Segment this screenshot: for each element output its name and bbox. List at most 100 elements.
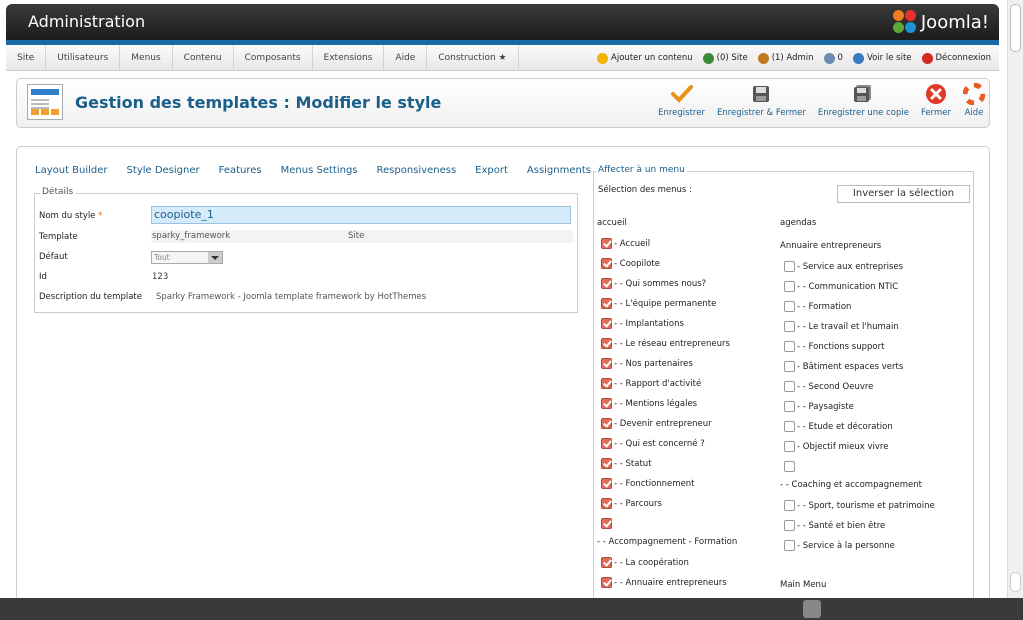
tab-3[interactable]: Menus Settings — [281, 165, 358, 176]
menu-item-checkbox-row[interactable]: - - Etude et décoration — [784, 421, 893, 432]
tab-4[interactable]: Responsiveness — [377, 165, 457, 176]
menu-item-checkbox-row[interactable]: - - Statut — [601, 458, 652, 469]
menu-item-checkbox[interactable] — [784, 321, 795, 332]
menu-item-6[interactable]: Aide — [384, 45, 428, 71]
menu-item-checkbox[interactable] — [601, 398, 612, 409]
menu-item-checkbox-row[interactable]: - - Nos partenaires — [601, 358, 693, 369]
menu-item-checkbox[interactable] — [601, 557, 612, 568]
invert-selection-button[interactable]: Inverser la sélection — [837, 185, 970, 203]
menu-item-checkbox-row[interactable] — [784, 461, 797, 472]
tab-0[interactable]: Layout Builder — [35, 165, 108, 176]
menu-item-checkbox[interactable] — [784, 441, 795, 452]
menu-item-checkbox-row[interactable]: - - Implantations — [601, 318, 684, 329]
menu-item-checkbox-row[interactable]: - - Le travail et l'humain — [784, 321, 899, 332]
menu-item-checkbox-row[interactable]: - - Rapport d'activité — [601, 378, 701, 389]
menu-item-checkbox[interactable] — [784, 301, 795, 312]
menu-item-checkbox-row[interactable]: - Objectif mieux vivre — [784, 441, 888, 452]
status-item-3[interactable]: 0 — [823, 52, 843, 64]
menu-item-checkbox-row[interactable]: - Service à la personne — [784, 540, 895, 551]
menu-item-checkbox[interactable] — [601, 258, 612, 269]
menu-item-checkbox[interactable] — [784, 421, 795, 432]
tab-1[interactable]: Style Designer — [127, 165, 200, 176]
menu-item-checkbox[interactable] — [601, 438, 612, 449]
menu-item-checkbox-row[interactable] — [601, 518, 614, 529]
admin-title: Administration — [28, 12, 146, 31]
menu-item-checkbox[interactable] — [784, 261, 795, 272]
menu-item-checkbox-row[interactable]: - - L'équipe permanente — [601, 298, 716, 309]
menu-item-1[interactable]: Utilisateurs — [46, 45, 121, 71]
menu-item-checkbox-row[interactable]: - - Santé et bien être — [784, 520, 885, 531]
menu-item-checkbox[interactable] — [601, 418, 612, 429]
menu-item-checkbox-row[interactable]: - - Second Oeuvre — [784, 381, 873, 392]
view-site-icon — [852, 52, 864, 64]
style-name-input[interactable]: coopiote_1 — [151, 206, 571, 224]
tab-6[interactable]: Assignments — [527, 165, 591, 176]
menu-item-checkbox-row[interactable]: - - Sport, tourisme et patrimoine — [784, 500, 935, 511]
status-item-2[interactable]: (1) Admin — [757, 52, 814, 64]
menu-item-checkbox-row[interactable]: - Service aux entreprises — [784, 261, 903, 272]
avatar[interactable] — [803, 600, 821, 618]
menu-item-checkbox[interactable] — [784, 381, 795, 392]
menu-item-checkbox[interactable] — [601, 338, 612, 349]
menu-item-checkbox-row[interactable]: - Coopilote — [601, 258, 660, 269]
menu-item-checkbox-row[interactable]: - - Qui est concerné ? — [601, 438, 705, 449]
menu-item-checkbox[interactable] — [784, 281, 795, 292]
menu-item-checkbox[interactable] — [784, 520, 795, 531]
status-item-5[interactable]: Déconnexion — [921, 52, 991, 64]
menu-item-checkbox[interactable] — [601, 518, 612, 529]
menu-item-checkbox-row[interactable]: - - Le réseau entrepreneurs — [601, 338, 730, 349]
help-button[interactable]: Aide — [963, 83, 985, 118]
default-select[interactable]: Tout — [151, 251, 223, 264]
tab-2[interactable]: Features — [219, 165, 262, 176]
menu-item-4[interactable]: Composants — [234, 45, 313, 71]
menu-item-checkbox-row[interactable]: - - Annuaire entrepreneurs — [601, 577, 727, 588]
scrollbar-thumb[interactable] — [1010, 4, 1021, 52]
menu-item-checkbox[interactable] — [601, 577, 612, 588]
menu-item-checkbox[interactable] — [784, 540, 795, 551]
menu-item-checkbox-row[interactable]: - - Paysagiste — [784, 401, 854, 412]
save-close-button[interactable]: Enregistrer & Fermer — [717, 83, 806, 118]
tab-5[interactable]: Export — [475, 165, 508, 176]
menu-item-checkbox-row[interactable]: - - La coopération — [601, 557, 689, 568]
menu-item-checkbox[interactable] — [601, 478, 612, 489]
menu-item-checkbox[interactable] — [601, 458, 612, 469]
menu-item-checkbox[interactable] — [784, 401, 795, 412]
menu-group-heading: Main Menu — [780, 580, 827, 590]
menu-item-checkbox[interactable] — [601, 498, 612, 509]
menu-item-7[interactable]: Construction ★ — [427, 45, 519, 71]
menu-item-checkbox[interactable] — [784, 500, 795, 511]
menu-item-checkbox[interactable] — [601, 278, 612, 289]
menu-item-checkbox-row[interactable]: - - Fonctionnement — [601, 478, 695, 489]
menu-item-0[interactable]: Site — [6, 45, 47, 71]
menu-item-checkbox-row[interactable]: - - Formation — [784, 301, 851, 312]
close-button[interactable]: Fermer — [921, 83, 951, 118]
status-item-4[interactable]: Voir le site — [852, 52, 912, 64]
status-item-1[interactable]: (0) Site — [702, 52, 748, 64]
save-copy-button[interactable]: Enregistrer une copie — [818, 83, 909, 118]
menu-item-2[interactable]: Menus — [120, 45, 173, 71]
menu-item-checkbox-row[interactable]: - - Qui sommes nous? — [601, 278, 706, 289]
menu-item-checkbox-row[interactable]: - Devenir entrepreneur — [601, 418, 712, 429]
menu-item-checkbox[interactable] — [784, 341, 795, 352]
menu-item-checkbox[interactable] — [601, 318, 612, 329]
menu-item-checkbox[interactable] — [784, 461, 795, 472]
save-button[interactable]: Enregistrer — [658, 83, 705, 118]
menu-item-5[interactable]: Extensions — [313, 45, 385, 71]
menu-item-checkbox-row[interactable]: - - Communication NTIC — [784, 281, 898, 292]
status-item-0[interactable]: Ajouter un contenu — [597, 52, 693, 64]
joomla-logo[interactable]: Joomla! — [892, 10, 989, 34]
menu-item-checkbox-row[interactable]: - - Mentions légales — [601, 398, 697, 409]
menu-item-checkbox-row[interactable]: - - Parcours — [601, 498, 662, 509]
menu-item-checkbox[interactable] — [601, 238, 612, 249]
menu-item-checkbox[interactable] — [601, 358, 612, 369]
menu-item-checkbox-row[interactable]: - Bâtiment espaces verts — [784, 361, 903, 372]
menu-item-checkbox[interactable] — [784, 361, 795, 372]
menu-item-checkbox-row[interactable]: - Accueil — [601, 238, 650, 249]
menu-item-label: - - Annuaire entrepreneurs — [614, 577, 727, 588]
menu-item-checkbox[interactable] — [601, 298, 612, 309]
menu-item-checkbox[interactable] — [601, 378, 612, 389]
menu-item-checkbox-row[interactable]: - - Fonctions support — [784, 341, 884, 352]
style-edit-panel: Layout Builder Style Designer Features Menu… — [16, 146, 990, 598]
menu-item-3[interactable]: Contenu — [173, 45, 234, 71]
vertical-scrollbar[interactable] — [1007, 0, 1023, 598]
